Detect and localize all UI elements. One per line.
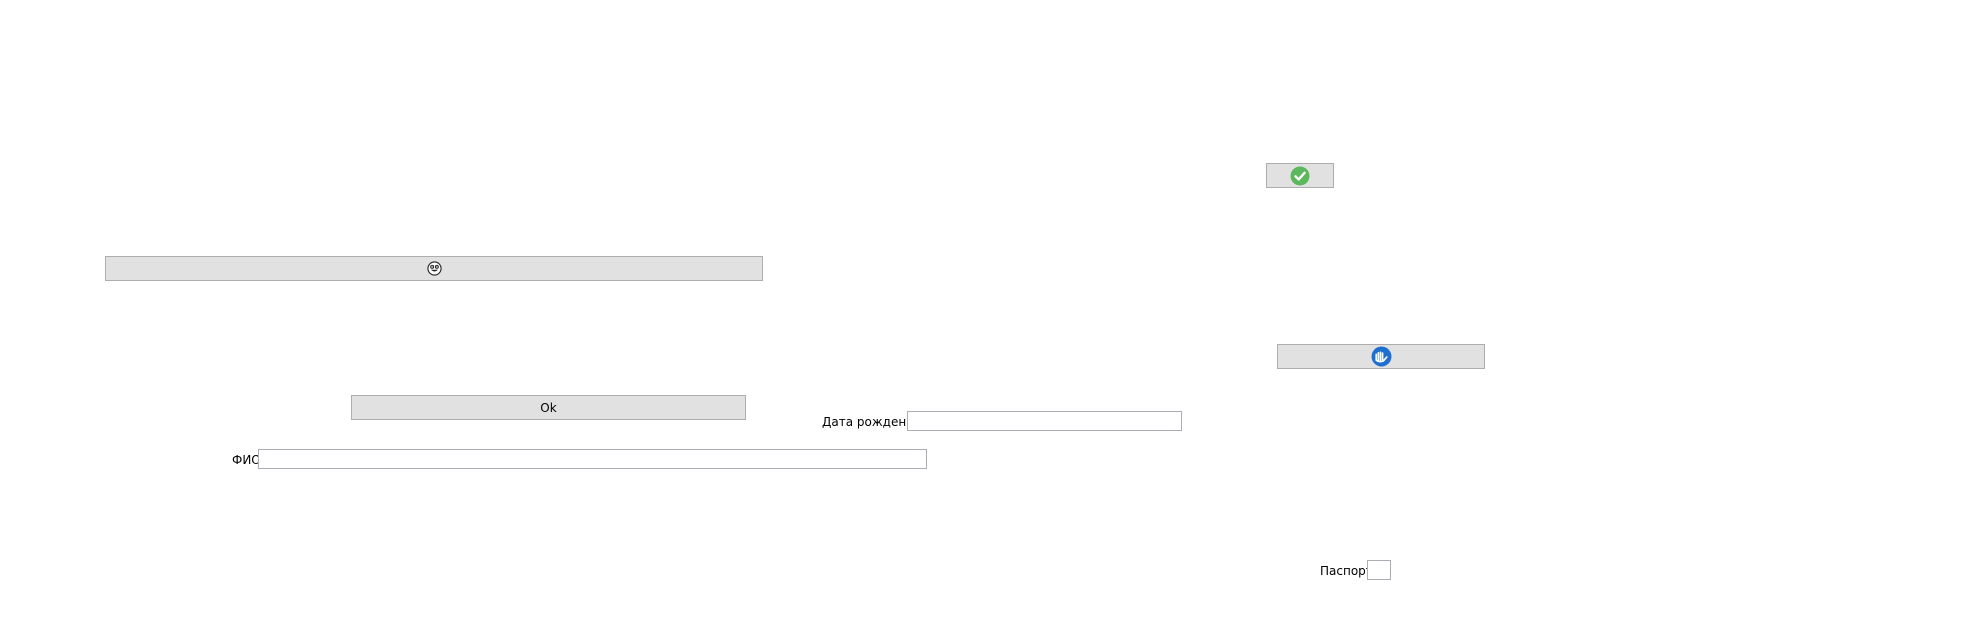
green-check-icon <box>1290 166 1310 186</box>
hand-button[interactable] <box>1277 344 1485 369</box>
full-name-field[interactable] <box>258 449 927 469</box>
confirm-button[interactable] <box>1266 163 1334 188</box>
ok-button[interactable]: Ok <box>351 395 746 420</box>
ok-button-label: Ok <box>540 400 557 415</box>
passport-field[interactable] <box>1367 560 1391 580</box>
smiley-face-icon <box>426 261 442 276</box>
birth-date-field[interactable] <box>907 411 1182 431</box>
blue-hand-icon <box>1371 346 1392 367</box>
full-name-label: ФИО <box>232 453 261 467</box>
smiley-button[interactable] <box>105 256 763 281</box>
passport-label: Паспорт <box>1320 564 1373 578</box>
